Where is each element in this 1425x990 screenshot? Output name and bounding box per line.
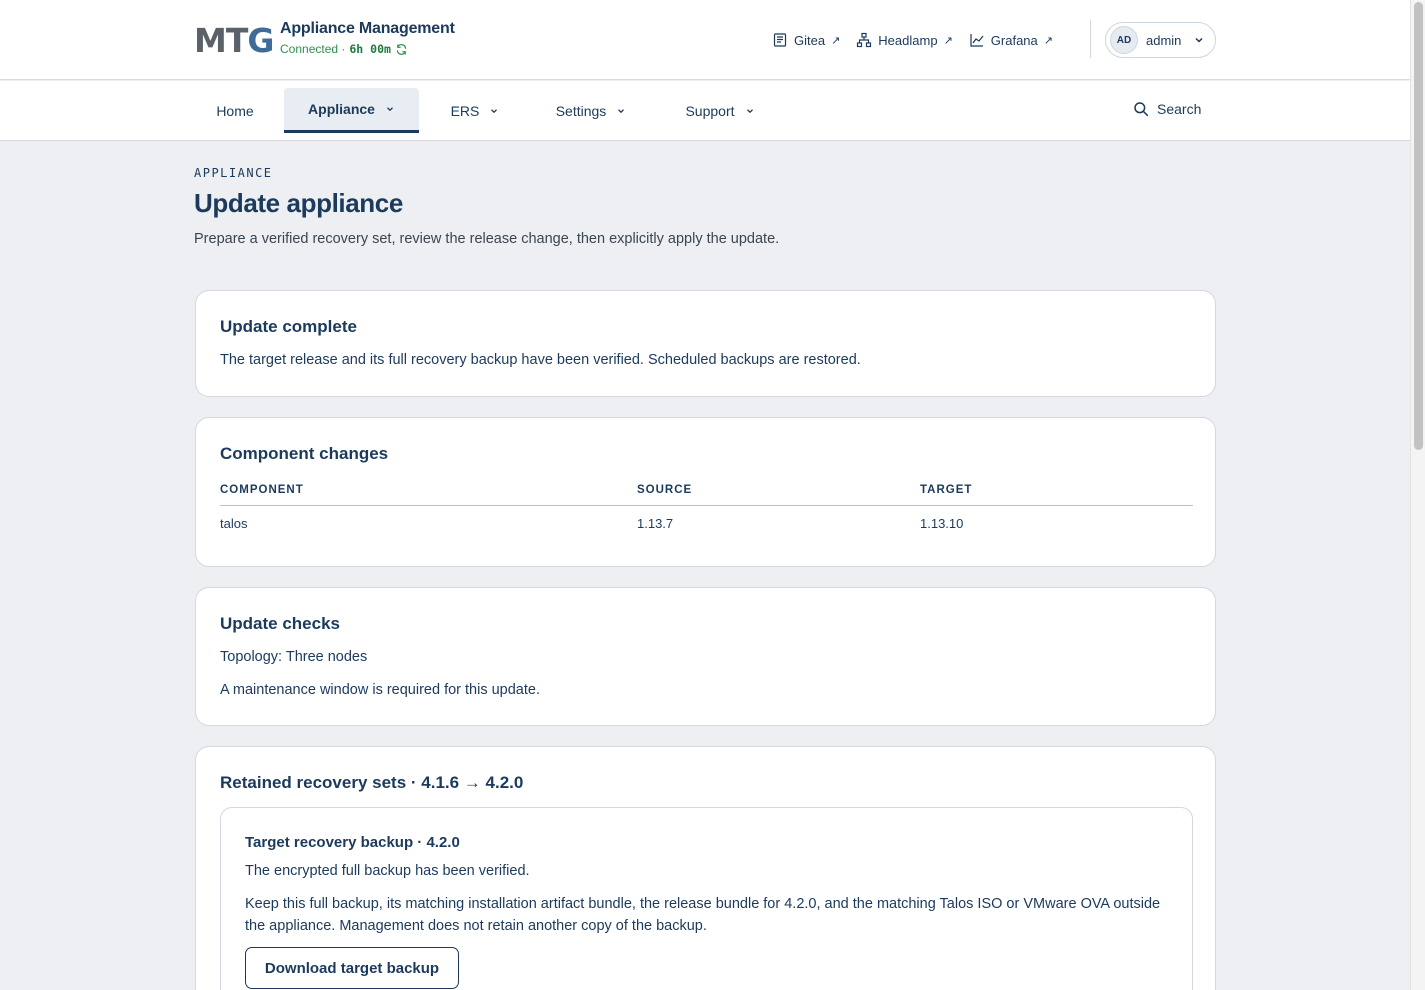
mtg-logo[interactable]: MTG [194,21,274,60]
update-checks-card: Update checks Topology: Three nodes A ma… [195,587,1216,726]
nav-appliance[interactable]: Appliance [284,88,419,133]
logo-text: MTG [194,21,274,60]
nav-ers[interactable]: ERS [430,88,520,133]
column-header-source: SOURCE [637,484,693,496]
external-link-icon: ↗ [1043,34,1053,47]
recovery-sets-card: Retained recovery sets · 4.1.6 → 4.2.0 T… [195,746,1216,990]
cell-target: 1.13.10 [920,516,964,531]
user-menu[interactable]: AD admin [1105,22,1216,58]
target-backup-status: The encrypted full backup has been verif… [245,863,530,879]
nav-support[interactable]: Support [664,88,776,133]
target-backup-panel: Target recovery backup · 4.2.0 The encry… [220,807,1193,990]
update-complete-message: The target release and its full recovery… [220,352,861,368]
gitea-label: Gitea [794,32,826,48]
headlamp-label: Headlamp [878,32,938,48]
external-links: Gitea ↗ Headlamp ↗ Grafana ↗ [772,30,1053,50]
grafana-link[interactable]: Grafana ↗ [969,32,1053,48]
chevron-down-icon [1195,37,1203,43]
breadcrumb: APPLIANCE [194,166,273,180]
update-complete-title: Update complete [220,317,357,336]
page-scrollbar[interactable] [1410,0,1425,990]
nav-support-label: Support [685,102,735,119]
connection-label: Connected · [280,42,346,56]
table-divider [220,505,1193,506]
avatar: AD [1110,26,1138,54]
nav-appliance-label: Appliance [308,101,375,117]
refresh-icon[interactable] [395,43,408,56]
nav-home-label: Home [216,102,254,119]
cell-component: talos [220,516,248,531]
page-title: Update appliance [194,188,403,218]
search-label: Search [1157,101,1202,117]
chevron-down-icon [746,108,753,113]
update-complete-card: Update complete The target release and i… [195,290,1216,397]
column-header-target: TARGET [920,484,973,496]
grafana-label: Grafana [990,32,1038,48]
maintenance-text: A maintenance window is required for thi… [220,682,540,698]
target-backup-instructions: Keep this full backup, its matching inst… [245,896,1161,934]
recovery-sets-title: Retained recovery sets · 4.1.6 → 4.2.0 [220,773,524,792]
download-target-backup-button[interactable]: Download target backup [245,947,459,989]
external-link-icon: ↗ [943,34,953,47]
nav-settings[interactable]: Settings [535,88,647,133]
component-changes-title: Component changes [220,444,389,463]
chart-icon [970,34,984,47]
network-icon [857,32,872,48]
gitea-link[interactable]: Gitea ↗ [772,32,840,48]
page-description: Prepare a verified recovery set, review … [194,231,780,247]
user-name: admin [1146,32,1182,48]
column-header-component: COMPONENT [220,484,304,496]
main-nav: Home Appliance ERS Settings Support Sear… [0,81,1410,141]
cell-source: 1.13.7 [637,516,674,531]
scrollbar-thumb[interactable] [1414,2,1423,450]
top-bar: MTG Appliance Management Connected · 6h … [0,0,1410,80]
nav-home[interactable]: Home [194,88,276,133]
external-link-icon: ↗ [831,34,841,47]
app-title: Appliance Management [280,20,455,37]
search-icon [1134,102,1149,117]
update-checks-title: Update checks [220,614,340,633]
chevron-down-icon [618,108,625,113]
session-timer: 6h 00m [349,42,391,56]
chevron-down-icon [491,108,498,113]
nav-settings-label: Settings [555,102,607,119]
topology-text: Topology: Three nodes [220,649,368,665]
component-changes-card: Component changes COMPONENT SOURCE TARGE… [195,417,1216,567]
target-backup-title: Target recovery backup · 4.2.0 [245,834,460,851]
headlamp-link[interactable]: Headlamp ↗ [856,32,953,48]
search-button[interactable]: Search [1133,101,1201,117]
chevron-down-icon [387,107,393,112]
connection-status: Connected · 6h 00m [280,42,408,56]
document-icon [773,33,787,47]
header-divider [1090,20,1091,58]
nav-ers-label: ERS [450,102,480,119]
